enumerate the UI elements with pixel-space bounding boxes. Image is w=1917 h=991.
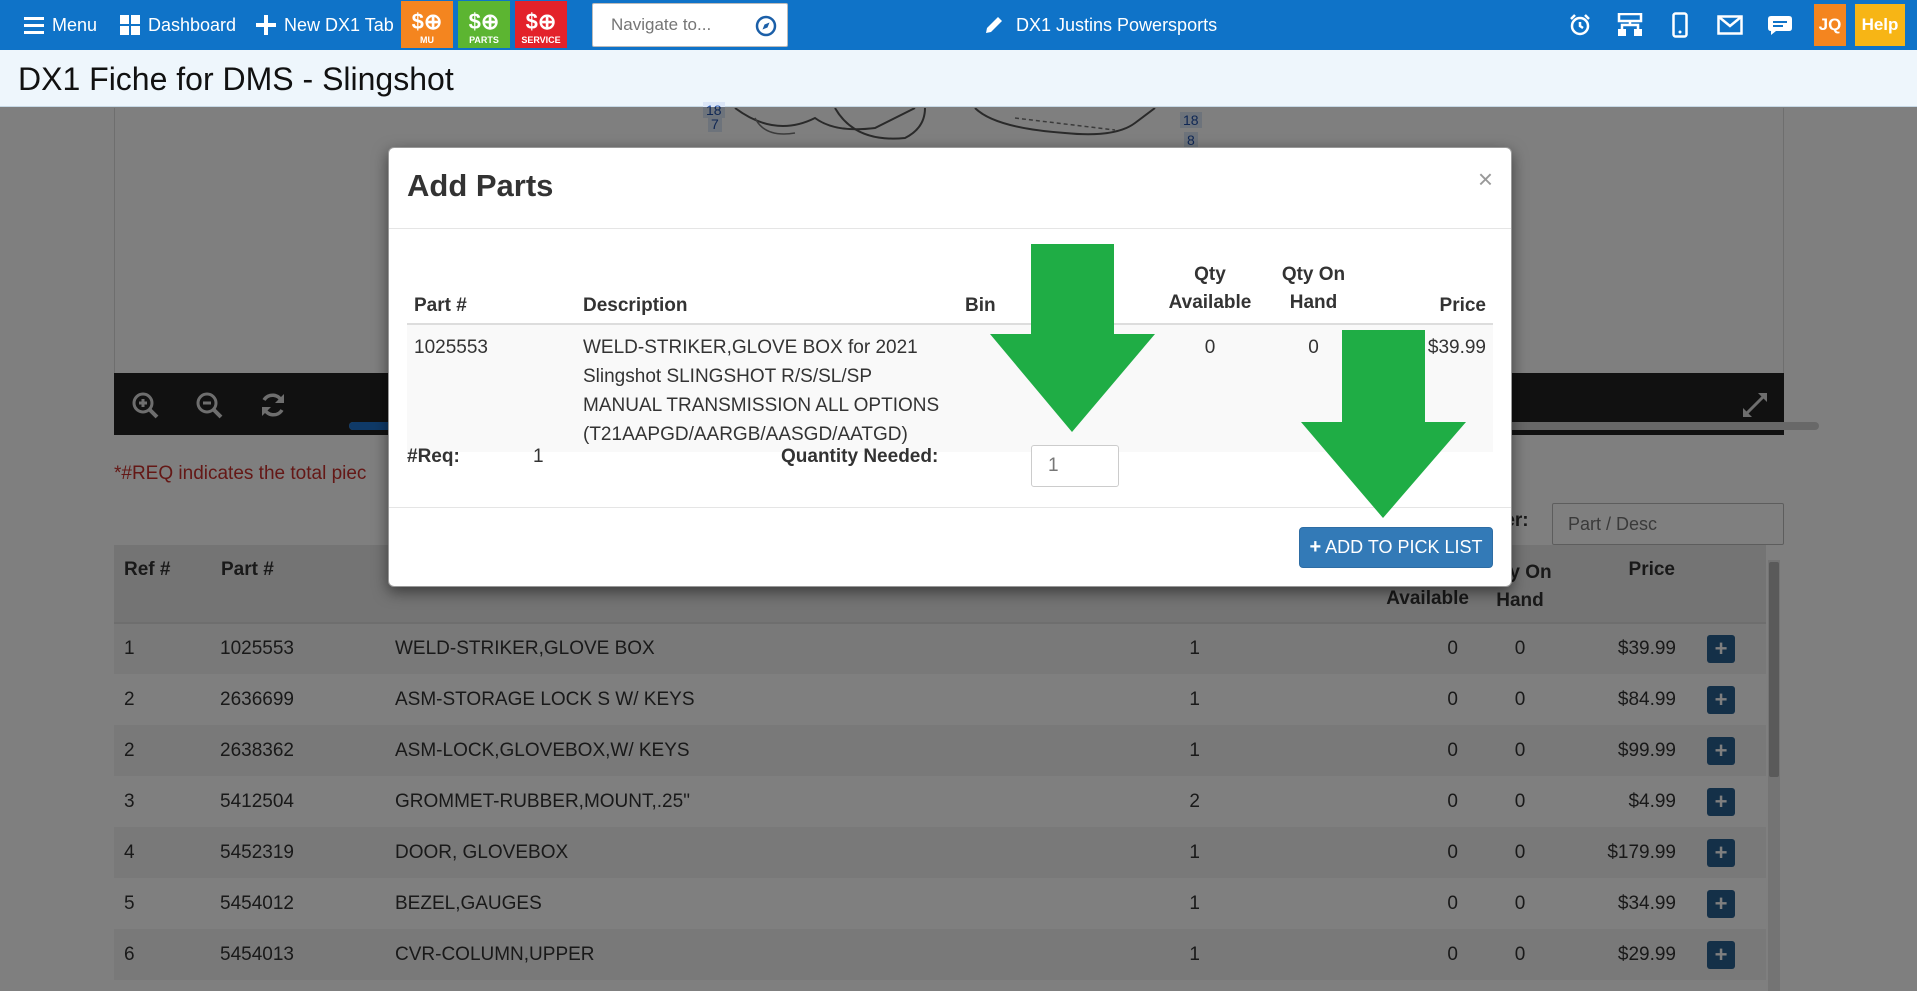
parts-icon: $⊕	[468, 9, 500, 34]
new-tab-label: New DX1 Tab	[284, 14, 394, 35]
modal-cell-part: 1025553	[407, 324, 582, 452]
dashboard-label: Dashboard	[148, 14, 237, 35]
modal-title: Add Parts	[407, 168, 554, 203]
page-header: DX1 Fiche for DMS - Slingshot	[0, 50, 1917, 107]
hamburger-icon	[24, 16, 44, 34]
modal-col-qty-available-line2: Available	[1168, 292, 1252, 313]
top-navbar: Menu Dashboard New DX1 Tab $⊕ MU $⊕ PART…	[0, 0, 1917, 50]
plus-icon	[256, 15, 276, 35]
modal-col-description: Description	[582, 254, 964, 325]
dealer-selector[interactable]: DX1 Justins Powersports	[984, 0, 1217, 50]
modal-header-divider	[389, 228, 1511, 229]
help-button[interactable]: Help	[1855, 4, 1905, 46]
navigate-search[interactable]	[592, 3, 788, 47]
user-avatar[interactable]: JQ	[1814, 4, 1846, 46]
modal-col-qty-available: Qty Available	[1154, 254, 1266, 325]
tile-parts[interactable]: $⊕ PARTS	[458, 1, 510, 48]
modal-cell-qty-available: 0	[1154, 324, 1266, 452]
close-icon[interactable]: ×	[1478, 164, 1493, 195]
mail-icon[interactable]	[1716, 12, 1744, 38]
dollar-bike-icon: $⊕	[411, 9, 443, 34]
menu-button[interactable]: Menu	[24, 0, 97, 50]
dealer-name: DX1 Justins Powersports	[1016, 14, 1218, 35]
pencil-icon	[986, 17, 1002, 33]
dashboard-icon	[120, 15, 140, 35]
req-label: #Req:	[407, 446, 460, 467]
req-value: 1	[533, 446, 544, 467]
modal-col-qty-on-hand-line2: Hand	[1289, 292, 1338, 313]
navigate-input[interactable]	[593, 4, 743, 46]
organization-icon[interactable]	[1616, 12, 1644, 38]
tile-mu[interactable]: $⊕ MU	[401, 1, 453, 48]
new-tab-button[interactable]: New DX1 Tab	[256, 0, 394, 50]
menu-label: Menu	[52, 14, 98, 35]
tile-parts-label: PARTS	[469, 35, 499, 45]
quantity-needed-label: Quantity Needed:	[781, 446, 939, 467]
down-arrow-icon	[990, 244, 1155, 432]
modal-col-qty-on-hand: Qty On Hand	[1266, 254, 1361, 325]
page-title: DX1 Fiche for DMS - Slingshot	[18, 61, 454, 97]
add-to-pick-list-label: ADD TO PICK LIST	[1325, 537, 1483, 557]
plus-icon: +	[1309, 536, 1322, 558]
tile-service-label: SERVICE	[521, 35, 561, 45]
service-icon: $⊕	[525, 9, 557, 34]
modal-col-price: Price	[1361, 254, 1493, 325]
modal-table-header: Part # Description Bin Qty Available Qty…	[407, 254, 1493, 325]
quantity-needed-input[interactable]	[1031, 445, 1119, 487]
modal-cell-description: WELD-STRIKER,GLOVE BOX for 2021 Slingsho…	[582, 324, 964, 452]
modal-col-qty-available-line1: Qty	[1194, 264, 1226, 285]
down-arrow-icon	[1301, 330, 1466, 518]
modal-col-qty-on-hand-line1: Qty On	[1281, 264, 1346, 285]
dashboard-button[interactable]: Dashboard	[120, 0, 236, 50]
compass-icon[interactable]	[755, 15, 777, 37]
alarm-clock-icon[interactable]	[1566, 12, 1594, 38]
add-to-pick-list-button[interactable]: + ADD TO PICK LIST	[1299, 527, 1493, 568]
modal-col-part: Part #	[407, 254, 582, 325]
tile-service[interactable]: $⊕ SERVICE	[515, 1, 567, 48]
tile-mu-label: MU	[420, 35, 434, 45]
mobile-phone-icon[interactable]	[1666, 12, 1694, 38]
chat-icon[interactable]	[1766, 12, 1794, 38]
